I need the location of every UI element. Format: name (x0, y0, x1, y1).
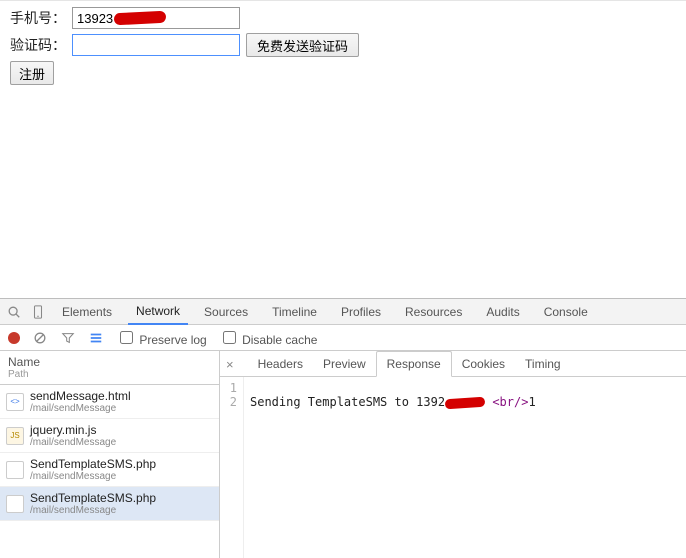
clear-icon[interactable] (32, 330, 48, 346)
redaction-mark (445, 396, 486, 409)
tab-audits[interactable]: Audits (478, 300, 527, 324)
request-list[interactable]: <> sendMessage.html/mail/sendMessage JS jqu… (0, 385, 219, 558)
response-body[interactable]: 1 2 Sending TemplateSMS to 1392 <br/>1 (220, 377, 686, 558)
request-name: SendTemplateSMS.php (30, 491, 156, 505)
request-text: SendTemplateSMS.php/mail/sendMessage (30, 457, 156, 482)
phone-label: 手机号： (10, 8, 72, 28)
file-icon: <> (6, 393, 24, 411)
line-gutter: 1 2 (220, 377, 244, 558)
resp-tab-response[interactable]: Response (376, 351, 452, 377)
preserve-log-label[interactable]: Preserve log (116, 328, 207, 347)
tab-console[interactable]: Console (536, 300, 596, 324)
devtools-panel: Elements Network Sources Timeline Profil… (0, 298, 686, 558)
header-path: Path (8, 369, 211, 380)
network-toolbar: Preserve log Disable cache (0, 325, 686, 351)
phone-row: 手机号： (10, 7, 676, 29)
file-icon (6, 461, 24, 479)
code-row: 验证码： 免费发送验证码 (10, 33, 676, 57)
tab-timeline[interactable]: Timeline (264, 300, 325, 324)
tab-network[interactable]: Network (128, 299, 188, 325)
line-number: 1 (220, 381, 237, 395)
phone-input-wrap (72, 7, 240, 29)
disable-cache-text: Disable cache (242, 333, 317, 347)
devtools-body: Name Path <> sendMessage.html/mail/sendMe… (0, 351, 686, 558)
tab-resources[interactable]: Resources (397, 300, 470, 324)
request-item[interactable]: SendTemplateSMS.php/mail/sendMessage (0, 453, 219, 487)
file-icon (6, 495, 24, 513)
code-label: 验证码： (10, 35, 72, 55)
devtools-tabbar: Elements Network Sources Timeline Profil… (0, 299, 686, 325)
resp-tab-cookies[interactable]: Cookies (452, 352, 515, 376)
code-input[interactable] (72, 34, 240, 56)
view-icon[interactable] (88, 330, 104, 346)
request-text: SendTemplateSMS.php/mail/sendMessage (30, 491, 156, 516)
request-list-header: Name Path (0, 351, 219, 385)
tab-sources[interactable]: Sources (196, 300, 256, 324)
request-item[interactable]: JS jquery.min.js/mail/sendMessage (0, 419, 219, 453)
request-path: /mail/sendMessage (30, 505, 156, 516)
register-row: 注册 (10, 61, 676, 85)
request-name: jquery.min.js (30, 423, 116, 437)
tab-elements[interactable]: Elements (54, 300, 120, 324)
file-icon: JS (6, 427, 24, 445)
request-item[interactable]: SendTemplateSMS.php/mail/sendMessage (0, 487, 219, 521)
request-path: /mail/sendMessage (30, 403, 131, 414)
response-tag: <br/> (492, 395, 528, 409)
response-tabs: × Headers Preview Response Cookies Timin… (220, 351, 686, 377)
request-list-panel: Name Path <> sendMessage.html/mail/sendMe… (0, 351, 220, 558)
response-panel: × Headers Preview Response Cookies Timin… (220, 351, 686, 558)
resp-tab-preview[interactable]: Preview (313, 352, 376, 376)
disable-cache-label[interactable]: Disable cache (219, 328, 318, 347)
line-number: 2 (220, 395, 237, 409)
search-icon[interactable] (6, 304, 22, 320)
request-path: /mail/sendMessage (30, 471, 156, 482)
resp-tab-headers[interactable]: Headers (248, 352, 313, 376)
record-icon[interactable] (8, 332, 20, 344)
device-icon[interactable] (30, 304, 46, 320)
response-code: Sending TemplateSMS to 1392 <br/>1 (244, 377, 542, 558)
request-name: sendMessage.html (30, 389, 131, 403)
page-content: 手机号： 验证码： 免费发送验证码 注册 (0, 0, 686, 298)
close-icon[interactable]: × (226, 357, 234, 372)
tab-profiles[interactable]: Profiles (333, 300, 389, 324)
disable-cache-checkbox[interactable] (223, 331, 236, 344)
response-text-prefix: Sending TemplateSMS to 1392 (250, 395, 445, 409)
request-name: SendTemplateSMS.php (30, 457, 156, 471)
send-code-button[interactable]: 免费发送验证码 (246, 33, 359, 57)
preserve-log-checkbox[interactable] (120, 331, 133, 344)
response-text-suffix: 1 (528, 395, 535, 409)
request-path: /mail/sendMessage (30, 437, 116, 448)
preserve-log-text: Preserve log (139, 333, 206, 347)
filter-icon[interactable] (60, 330, 76, 346)
resp-tab-timing[interactable]: Timing (515, 352, 571, 376)
header-name: Name (8, 355, 211, 369)
request-text: sendMessage.html/mail/sendMessage (30, 389, 131, 414)
register-button[interactable]: 注册 (10, 61, 54, 85)
request-item[interactable]: <> sendMessage.html/mail/sendMessage (0, 385, 219, 419)
request-text: jquery.min.js/mail/sendMessage (30, 423, 116, 448)
